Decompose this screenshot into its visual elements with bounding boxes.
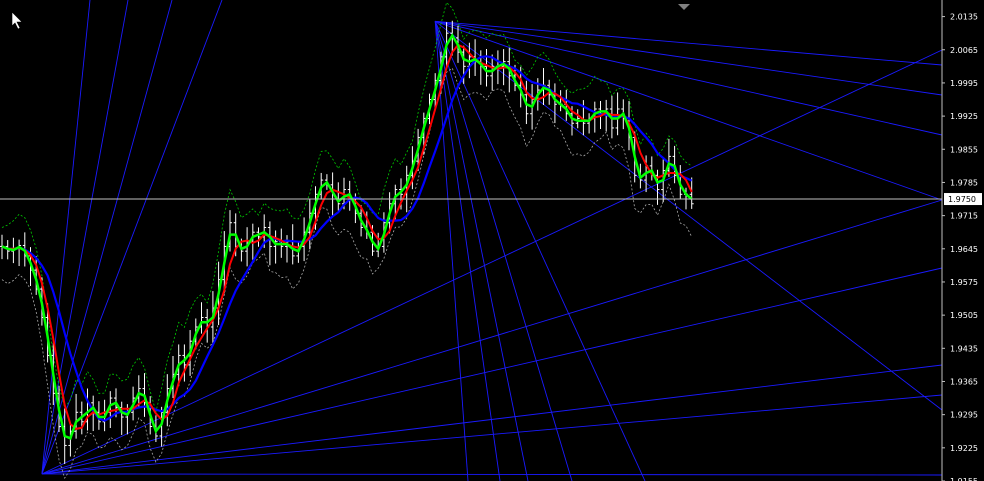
chart-canvas[interactable]: 2.0135 2.0065 1.9995 1.9925 1.9855 1.9785 1.97…	[0, 0, 984, 481]
y-tick-label: 1.9925	[950, 112, 978, 121]
y-tick-label: 1.9155	[950, 477, 978, 481]
y-tick-label: 1.9715	[950, 212, 978, 221]
y-tick-label: 1.9575	[950, 278, 978, 287]
y-tick-label: 1.9855	[950, 145, 978, 154]
y-tick-label: 1.9505	[950, 311, 978, 320]
y-tick-label: 2.0065	[950, 46, 978, 55]
y-tick-label: 1.9225	[950, 444, 978, 453]
y-tick-label: 1.9645	[950, 245, 978, 254]
y-tick-label: 1.9295	[950, 411, 978, 420]
y-tick-label: 1.9995	[950, 79, 978, 88]
y-tick-label: 1.9365	[950, 377, 978, 386]
y-tick-label: 1.9435	[950, 344, 978, 353]
y-tick-label: 1.9785	[950, 178, 978, 187]
y-tick-label: 2.0135	[950, 13, 978, 22]
current-price-label: 1.9750	[944, 193, 982, 206]
current-price-text: 1.9750	[948, 195, 976, 204]
